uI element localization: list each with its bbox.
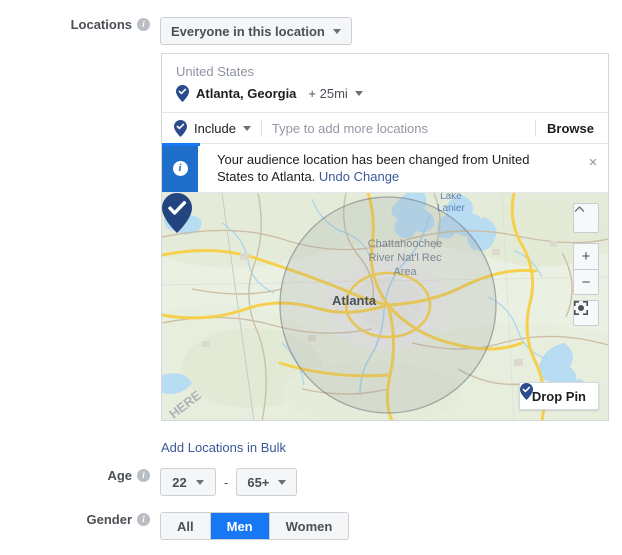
age-min-value: 22 [172,474,187,490]
selected-location-name: Atlanta, Georgia [196,86,297,101]
locations-label: Locations [70,17,132,32]
map-zoom-out-button[interactable]: − [573,269,599,295]
gender-option-all[interactable]: All [161,513,211,539]
audience-location-select-value: Everyone in this location [171,23,325,39]
undo-change-link[interactable]: Undo Change [319,169,399,184]
add-locations-input[interactable] [261,113,536,143]
age-field-row: Age i 22 - 65+ [0,468,298,496]
age-range-separator: - [224,474,229,490]
age-label-group: Age i [0,468,160,483]
banner-icon-block: i [162,144,198,192]
gender-option-men[interactable]: Men [210,513,270,539]
gender-segmented-control: All Men Women [160,512,350,540]
map-zoom-in-button[interactable]: + [573,243,599,269]
map-pin-icon [519,383,533,400]
radius-select[interactable]: + 25mi [308,86,363,101]
include-exclude-select[interactable]: Include [162,119,261,137]
add-locations-in-bulk-link[interactable]: Add Locations in Bulk [161,440,286,455]
country-heading: United States [176,64,255,79]
selected-location-row: Atlanta, Georgia + 25mi [162,83,608,112]
info-icon[interactable]: i [137,18,150,31]
location-map[interactable]: Lake Lanier Chattahoochee River Nat'l Re… [162,192,608,420]
chevron-down-icon [278,479,287,485]
map-pin-icon [176,85,189,102]
map-compass-button[interactable] [573,203,599,233]
age-range-group: 22 - 65+ [160,468,298,496]
age-max-value: 65+ [247,474,270,490]
gender-label: Gender [86,512,132,527]
chevron-down-icon [354,91,363,96]
locations-panel: United States Atlanta, Georgia + 25mi In… [161,53,609,421]
chevron-up-icon [574,206,585,212]
info-circle-icon: i [172,160,188,176]
chevron-down-icon [332,28,341,34]
locations-label-group: Locations i [0,17,160,32]
gender-option-women[interactable]: Women [269,513,349,539]
close-icon[interactable]: × [578,144,608,192]
info-icon[interactable]: i [137,469,150,482]
age-label: Age [107,468,132,483]
gender-label-group: Gender i [0,512,160,527]
radius-value: + 25mi [308,86,348,101]
map-fullscreen-button[interactable] [573,300,599,326]
map-pin-marker-icon[interactable] [162,193,192,233]
chevron-down-icon [242,125,251,131]
audience-location-select[interactable]: Everyone in this location [160,17,352,45]
location-input-row: Include Browse [162,112,608,143]
locations-field-row: Locations i Everyone in this location [0,17,352,45]
age-max-select[interactable]: 65+ [236,468,298,496]
banner-text: Your audience location has been changed … [198,144,578,192]
age-min-select[interactable]: 22 [160,468,216,496]
drop-pin-button[interactable]: Drop Pin [518,382,599,410]
location-change-banner: i Your audience location has been change… [162,143,608,192]
browse-button[interactable]: Browse [536,121,608,136]
info-icon[interactable]: i [137,513,150,526]
map-pin-icon [174,119,187,137]
drop-pin-label: Drop Pin [531,388,586,404]
gender-field-row: Gender i All Men Women [0,512,350,540]
chevron-down-icon [195,479,204,485]
expand-icon [574,301,588,315]
loading-progress-bar [162,143,200,146]
include-exclude-value: Include [194,120,236,136]
